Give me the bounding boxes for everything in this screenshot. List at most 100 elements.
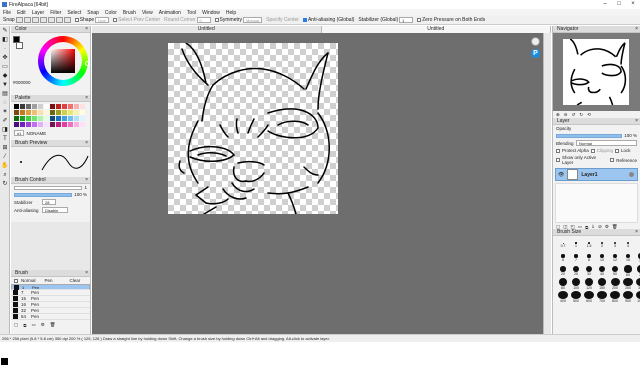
brush-size-option[interactable]: 300: [635, 278, 640, 290]
anti-aliasing-checkbox[interactable]: [303, 18, 307, 22]
dot-icon[interactable]: ·: [1, 45, 9, 53]
mascot-icon[interactable]: [531, 37, 540, 46]
palette-swatch[interactable]: [20, 122, 25, 127]
rotate-left-icon[interactable]: ↺: [572, 112, 576, 118]
menu-edit[interactable]: Edit: [17, 10, 26, 16]
palette-swatch[interactable]: [68, 122, 73, 127]
palette-swatch[interactable]: [74, 110, 79, 115]
palette-swatch[interactable]: [44, 122, 49, 127]
maximize-button[interactable]: □: [612, 0, 626, 9]
magic-wand-icon[interactable]: ✶: [1, 108, 9, 116]
symmetry-checkbox[interactable]: [215, 18, 219, 22]
lock-checkbox[interactable]: [615, 149, 619, 153]
palette-swatch[interactable]: [44, 116, 49, 121]
rotate-icon[interactable]: ↻: [1, 180, 9, 188]
brush-opacity-slider[interactable]: [14, 193, 72, 197]
eraser-icon[interactable]: ◧: [1, 36, 9, 44]
brush-size-option[interactable]: 500: [570, 291, 582, 303]
brush-size-option[interactable]: 12: [609, 252, 621, 264]
text-icon[interactable]: T: [1, 135, 9, 143]
palette-swatch[interactable]: [14, 104, 19, 109]
brush-size-option[interactable]: 7: [570, 252, 582, 264]
folder-icon[interactable]: ▭: [31, 322, 35, 328]
palette-swatch[interactable]: [74, 122, 79, 127]
palette-swatch[interactable]: [56, 110, 61, 115]
brush-size-option[interactable]: 800: [609, 291, 621, 303]
eyedropper-icon[interactable]: ⁄: [1, 153, 9, 161]
fill-icon[interactable]: ◆: [1, 72, 9, 80]
close-icon[interactable]: ×: [85, 177, 88, 184]
tab-untitled-1[interactable]: Untitled: [92, 26, 322, 33]
palette-swatch[interactable]: [14, 110, 19, 115]
brush-size-option[interactable]: 18: [635, 252, 640, 264]
palette-swatch[interactable]: [32, 110, 37, 115]
snap-parallel-button[interactable]: [24, 17, 31, 23]
palette-swatch[interactable]: [14, 116, 19, 121]
palette-swatch[interactable]: [62, 110, 67, 115]
select-prev-center-checkbox[interactable]: [113, 18, 117, 22]
blending-select[interactable]: Normal: [576, 140, 637, 146]
shape-checkbox[interactable]: [75, 18, 79, 22]
close-icon[interactable]: ×: [635, 26, 638, 33]
p-logo-icon[interactable]: P: [531, 49, 540, 58]
palette-swatch[interactable]: [68, 110, 73, 115]
palette-swatch[interactable]: [80, 122, 85, 127]
menu-tool[interactable]: Tool: [187, 10, 196, 16]
palette-swatch[interactable]: [26, 110, 31, 115]
menu-animation[interactable]: Animation: [159, 10, 181, 16]
palette-swatch[interactable]: [50, 110, 55, 115]
brush-size-option[interactable]: 4: [622, 239, 634, 251]
close-icon[interactable]: ×: [85, 95, 88, 102]
brush-size-option[interactable]: 25: [570, 265, 582, 277]
palette-swatch[interactable]: [26, 122, 31, 127]
bucket-icon[interactable]: ▼: [1, 81, 9, 89]
brush-size-option[interactable]: 700: [596, 291, 608, 303]
visibility-eye-icon[interactable]: 👁: [558, 172, 564, 178]
palette-swatch[interactable]: [50, 104, 55, 109]
close-icon[interactable]: ×: [85, 270, 88, 277]
snap-circle-button[interactable]: [56, 17, 63, 23]
brush-size-option[interactable]: 0.7: [557, 239, 569, 251]
brush-size-option[interactable]: 100: [570, 278, 582, 290]
symmetry-select[interactable]: Manual: [243, 17, 262, 23]
select-icon[interactable]: ▭: [1, 63, 9, 71]
show-active-layer-checkbox[interactable]: [556, 158, 560, 162]
brush-size-option[interactable]: 40: [596, 265, 608, 277]
navigator-panel[interactable]: [553, 33, 640, 111]
menu-window[interactable]: Window: [202, 10, 220, 16]
palette-swatch[interactable]: [80, 104, 85, 109]
layer-list-item[interactable]: 👁 Layer1: [555, 168, 638, 181]
palette-index-select[interactable]: #1: [14, 130, 24, 136]
delete-brush-icon[interactable]: 🗑: [50, 322, 56, 328]
brush-size-option[interactable]: 150: [596, 278, 608, 290]
menu-filter[interactable]: Filter: [50, 10, 61, 16]
menu-snap[interactable]: Snap: [87, 10, 99, 16]
palette-swatch[interactable]: [56, 104, 61, 109]
brush-stabilizer-select[interactable]: 28: [42, 199, 56, 205]
drawing-canvas[interactable]: [168, 43, 338, 214]
brush-size-option[interactable]: 15: [622, 252, 634, 264]
palette-swatch[interactable]: [26, 116, 31, 121]
close-icon[interactable]: ×: [85, 140, 88, 147]
layer-opacity-slider[interactable]: [556, 134, 622, 138]
palette-swatch[interactable]: [44, 104, 49, 109]
brush-size-option[interactable]: 250: [622, 278, 634, 290]
layer-lock-icon[interactable]: [629, 172, 634, 177]
brush-size-option[interactable]: 400: [557, 291, 569, 303]
brush-size-option[interactable]: 20: [557, 265, 569, 277]
brush-size-option[interactable]: 60: [622, 265, 634, 277]
close-icon[interactable]: ×: [635, 229, 638, 236]
snap-cross-button[interactable]: [32, 17, 39, 23]
palette-swatch[interactable]: [74, 116, 79, 121]
bg-color-swatch[interactable]: [16, 42, 23, 49]
brush-size-option[interactable]: 200: [609, 278, 621, 290]
brush-size-option[interactable]: 3: [609, 239, 621, 251]
brush-size-option[interactable]: 50: [609, 265, 621, 277]
shape-select[interactable]: Line: [95, 17, 109, 23]
palette-swatch[interactable]: [38, 122, 43, 127]
reset-view-icon[interactable]: ⟲: [587, 112, 591, 118]
brush-icon[interactable]: ✎: [1, 27, 9, 35]
zoom-in-icon[interactable]: ⊕: [556, 112, 560, 118]
palette-swatch[interactable]: [56, 122, 61, 127]
specify-center-label[interactable]: Specify Center: [266, 17, 299, 23]
